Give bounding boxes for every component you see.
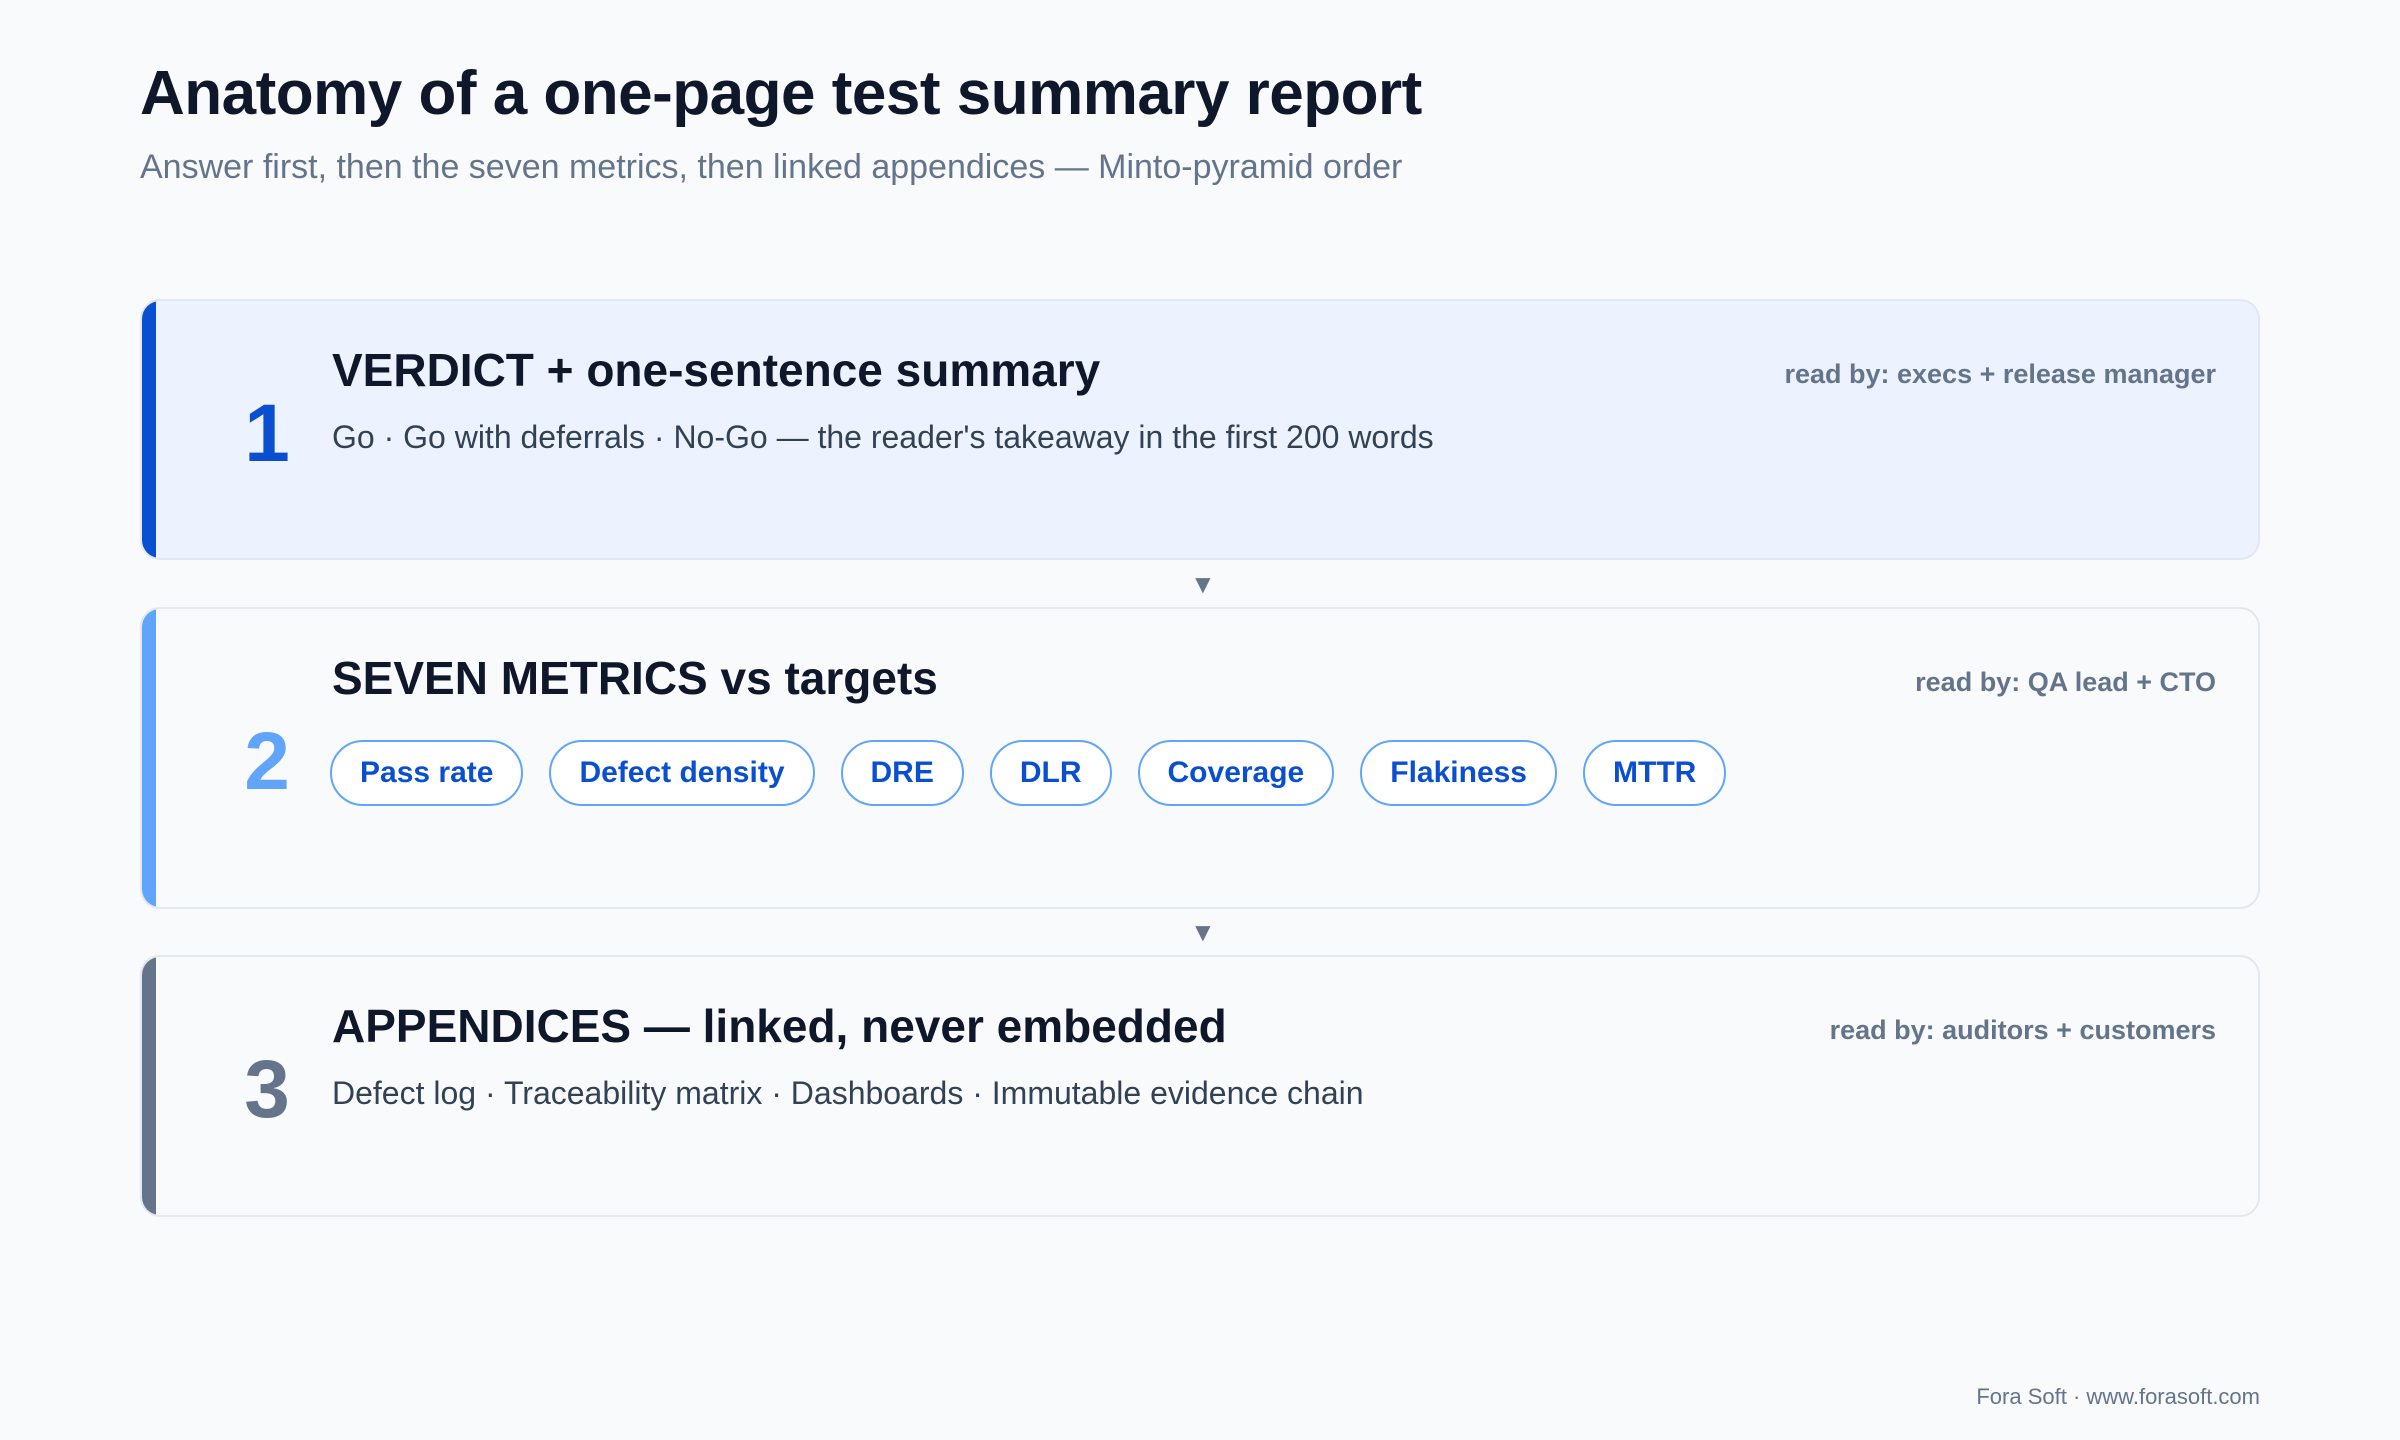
section-audience: read by: auditors + customers bbox=[1829, 1015, 2216, 1045]
metric-chip-dre: DRE bbox=[840, 740, 964, 806]
section-audience: read by: QA lead + CTO bbox=[1915, 667, 2216, 697]
metric-chip-defect-density: Defect density bbox=[549, 740, 815, 806]
section-heading: SEVEN METRICS vs targets bbox=[332, 652, 938, 704]
down-arrow-icon: ▼ bbox=[1190, 569, 1216, 599]
section-heading: APPENDICES — linked, never embedded bbox=[332, 1000, 1227, 1052]
footer-credit: Fora Soft · www.forasoft.com bbox=[1976, 1384, 2260, 1409]
section-description: Defect log · Traceability matrix · Dashb… bbox=[332, 1075, 1364, 1111]
page-title: Anatomy of a one-page test summary repor… bbox=[140, 59, 1422, 128]
metric-chip-list: Pass rate Defect density DRE DLR Coverag… bbox=[330, 740, 1727, 806]
accent-bar bbox=[142, 301, 156, 558]
accent-bar bbox=[142, 609, 156, 907]
section-number: 3 bbox=[244, 1044, 290, 1135]
metric-chip-mttr: MTTR bbox=[1583, 740, 1727, 806]
page-subtitle: Answer first, then the seven metrics, th… bbox=[140, 148, 1403, 186]
accent-bar bbox=[142, 957, 156, 1215]
down-arrow-icon: ▼ bbox=[1190, 917, 1216, 947]
section-number: 2 bbox=[244, 716, 290, 807]
metric-chip-dlr: DLR bbox=[989, 740, 1112, 806]
section-heading: VERDICT + one-sentence summary bbox=[332, 344, 1101, 396]
section-number: 1 bbox=[244, 388, 290, 479]
section-metrics: 2 SEVEN METRICS vs targets read by: QA l… bbox=[140, 607, 2260, 909]
section-audience: read by: execs + release manager bbox=[1784, 359, 2216, 389]
metric-chip-pass-rate: Pass rate bbox=[330, 740, 524, 806]
section-verdict: 1 VERDICT + one-sentence summary read by… bbox=[140, 299, 2260, 560]
section-appendices: 3 APPENDICES — linked, never embedded re… bbox=[140, 955, 2260, 1217]
metric-chip-coverage: Coverage bbox=[1137, 740, 1335, 806]
section-description: Go · Go with deferrals · No-Go — the rea… bbox=[332, 419, 1434, 455]
metric-chip-flakiness: Flakiness bbox=[1360, 740, 1557, 806]
